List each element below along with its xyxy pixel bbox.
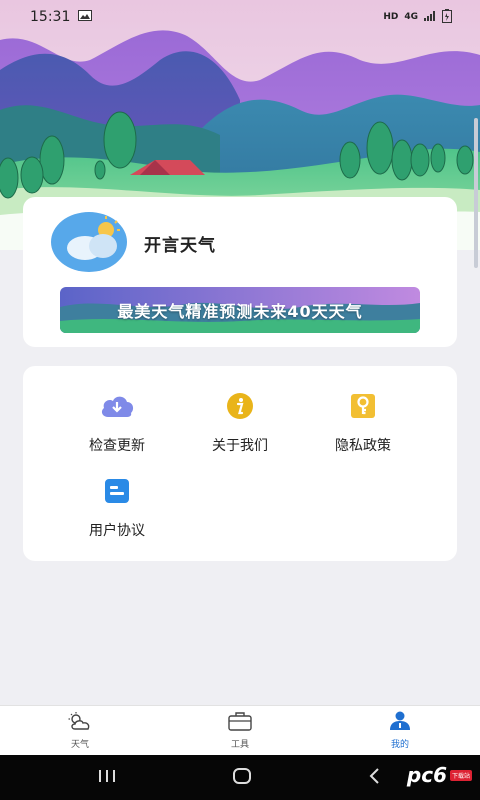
watermark-badge: 下载站 xyxy=(449,769,472,781)
cloud-download-icon xyxy=(99,391,135,421)
tab-tools-label: 工具 xyxy=(230,740,249,750)
watermark-text: pc6 xyxy=(406,763,447,787)
network-indicator: 4G xyxy=(404,12,418,22)
user-agreement-item[interactable]: 用户协议 xyxy=(67,476,167,540)
tab-weather[interactable]: 天气 xyxy=(0,706,160,755)
home-button[interactable] xyxy=(232,767,252,789)
tab-weather-label: 天气 xyxy=(70,740,89,750)
about-us-item[interactable]: 关于我们 xyxy=(190,391,290,455)
toolbox-icon xyxy=(227,711,253,735)
user-agreement-label: 用户协议 xyxy=(89,523,145,539)
key-icon xyxy=(345,391,381,421)
gallery-icon xyxy=(78,9,93,25)
privacy-policy-item[interactable]: 隐私政策 xyxy=(313,391,413,455)
check-update-item[interactable]: 检查更新 xyxy=(67,391,167,455)
tab-mine-label: 我的 xyxy=(390,740,409,750)
back-button[interactable] xyxy=(367,767,383,789)
menu-card: 检查更新 关于我们 隐私政策 用户协议 xyxy=(23,366,457,561)
app-info-card: 开言天气 最美天气精准预测未来40天天气 xyxy=(23,197,457,347)
scrollbar[interactable] xyxy=(474,118,478,268)
tab-mine[interactable]: 我的 xyxy=(320,706,480,755)
site-watermark-logo: pc6 下载站 xyxy=(407,763,472,787)
recent-apps-button[interactable] xyxy=(97,768,117,788)
battery-icon xyxy=(442,8,452,26)
info-icon xyxy=(222,391,258,421)
hd-indicator: HD xyxy=(383,12,399,22)
app-name: 开言天气 xyxy=(144,236,216,256)
status-time: 15:31 xyxy=(30,9,71,25)
promo-banner[interactable]: 最美天气精准预测未来40天天气 xyxy=(60,287,420,333)
weather-icon xyxy=(67,711,93,735)
bottom-tab-bar: 天气 工具 我的 xyxy=(0,705,480,755)
tab-tools[interactable]: 工具 xyxy=(160,706,320,755)
banner-text: 最美天气精准预测未来40天天气 xyxy=(117,302,363,321)
document-icon xyxy=(99,476,135,506)
status-bar: 15:31 HD 4G xyxy=(0,0,480,34)
signal-icon xyxy=(424,10,436,24)
privacy-policy-label: 隐私政策 xyxy=(335,438,391,454)
check-update-label: 检查更新 xyxy=(89,438,145,454)
app-logo-icon xyxy=(51,212,129,272)
person-icon xyxy=(387,711,413,735)
about-us-label: 关于我们 xyxy=(212,438,268,454)
